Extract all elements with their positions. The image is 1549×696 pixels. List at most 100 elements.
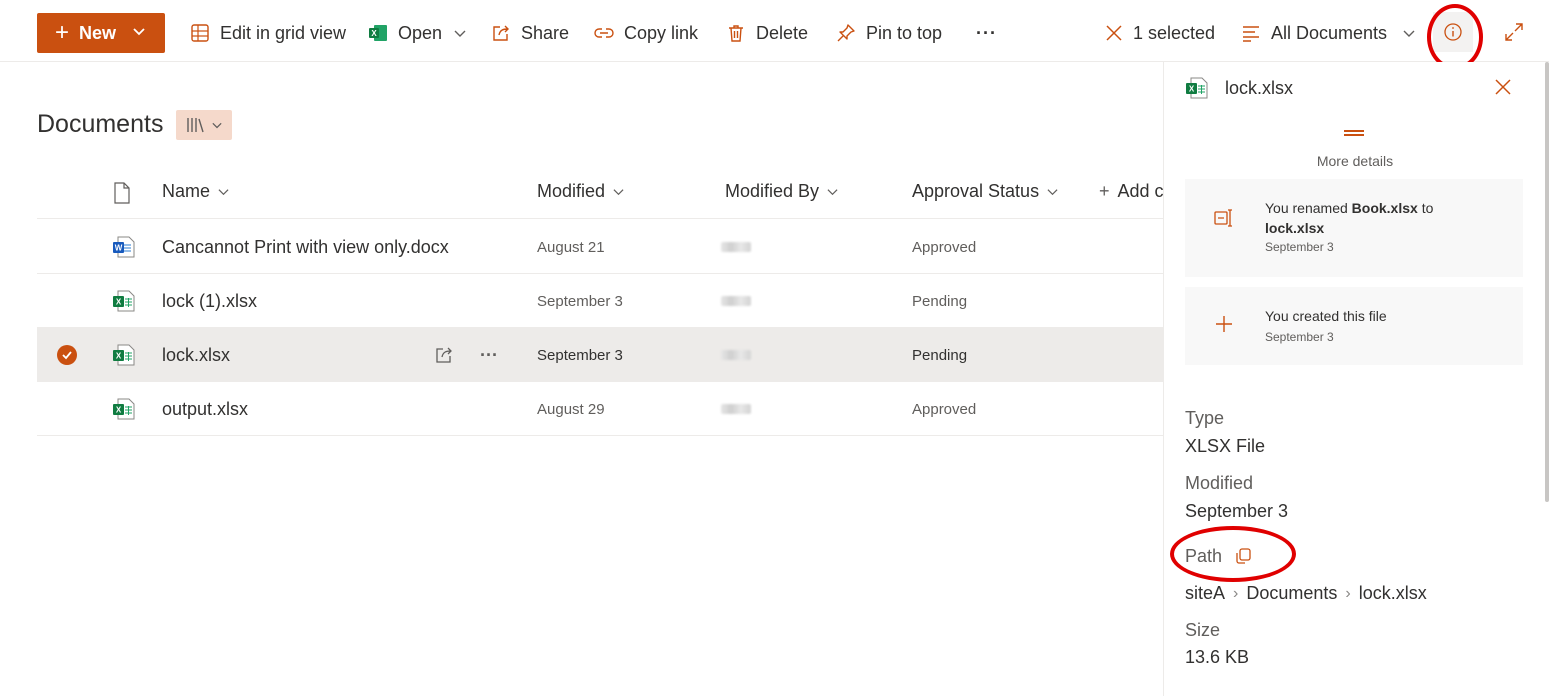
chevron-down-icon: [827, 189, 838, 196]
modified-date: September 3: [537, 346, 623, 364]
chevron-down-icon: [1047, 189, 1058, 196]
clear-selection-button[interactable]: 1 selected: [1105, 20, 1215, 46]
modified-by-column-header[interactable]: Modified By: [725, 181, 838, 202]
size-label: Size: [1185, 620, 1221, 640]
modified-value: September 3: [1185, 501, 1289, 521]
chevron-down-icon: [613, 189, 624, 196]
activity-text: You renamed Book.xlsx to lock.xlsx: [1265, 200, 1434, 236]
table-row[interactable]: X lock (1).xlsx September 3 Pending: [37, 274, 1163, 328]
excel-file-icon: X: [112, 328, 136, 382]
path-breadcrumb: siteA › Documents › lock.xlsx: [1185, 583, 1427, 604]
modified-column-label: Modified: [537, 181, 606, 201]
more-icon: ···: [976, 22, 997, 43]
table-row[interactable]: W Cancannot Print with view only.docx Au…: [37, 220, 1163, 274]
activity-text: You created this file: [1265, 308, 1387, 324]
details-pane: X lock.xlsx More details You renamed Boo…: [1163, 62, 1549, 696]
chevron-down-icon: [133, 28, 145, 36]
pin-label: Pin to top: [866, 22, 943, 43]
rename-icon: [1213, 207, 1235, 234]
row-checkbox[interactable]: [57, 328, 77, 382]
approval-status: Pending: [912, 292, 968, 310]
delete-button[interactable]: Delete: [726, 20, 808, 46]
delete-label: Delete: [756, 22, 809, 43]
modified-date: August 29: [537, 400, 605, 418]
new-button[interactable]: + New: [37, 13, 165, 53]
open-label: Open: [398, 22, 443, 43]
copy-link-button[interactable]: Copy link: [594, 20, 698, 46]
breadcrumb-separator: ›: [1345, 584, 1351, 602]
view-switcher[interactable]: All Documents: [1241, 20, 1415, 46]
modified-column-header[interactable]: Modified: [537, 181, 624, 202]
edit-grid-button[interactable]: Edit in grid view: [190, 20, 346, 46]
list-view-icon: [1243, 26, 1259, 42]
table-row[interactable]: X lock.xlsx ··· September 3 Pending: [37, 328, 1163, 382]
approval-column-label: Approval Status: [912, 181, 1040, 201]
excel-file-icon: X: [1185, 76, 1209, 105]
document-icon: [114, 182, 130, 204]
modified-by-avatar: [721, 328, 751, 382]
svg-text:W: W: [115, 244, 123, 253]
more-actions-button[interactable]: ···: [976, 20, 997, 46]
approval-column-header[interactable]: Approval Status: [912, 181, 1058, 202]
chevron-down-icon: [454, 30, 466, 37]
expand-button[interactable]: [1504, 22, 1524, 47]
command-bar: + New Edit in grid view X Open Share Cop…: [0, 0, 1549, 62]
path-segment[interactable]: siteA: [1185, 583, 1225, 604]
details-file-name: lock.xlsx: [1225, 78, 1294, 98]
copy-icon: [1236, 548, 1251, 564]
trash-icon: [729, 25, 743, 42]
info-button[interactable]: [1433, 12, 1473, 52]
file-name[interactable]: Cancannot Print with view only.docx: [162, 220, 449, 274]
svg-text:X: X: [1189, 85, 1195, 94]
activity-date: September 3: [1265, 240, 1334, 254]
modified-label: Modified: [1185, 473, 1254, 493]
name-column-header[interactable]: Name: [162, 181, 229, 202]
chevron-down-icon: [218, 189, 229, 196]
grid-icon: [191, 24, 209, 42]
new-button-label: New: [79, 22, 117, 43]
activity-card: You created this file September 3: [1185, 287, 1523, 365]
view-label: All Documents: [1271, 22, 1388, 43]
info-icon: [1444, 23, 1462, 41]
pane-scrollbar[interactable]: [1545, 62, 1549, 502]
share-icon: [493, 25, 509, 41]
path-segment[interactable]: Documents: [1246, 583, 1337, 604]
approval-status: Approved: [912, 400, 977, 418]
share-button[interactable]: Share: [491, 20, 569, 46]
file-name[interactable]: output.xlsx: [162, 382, 248, 436]
excel-icon: X: [369, 25, 387, 41]
add-column-label: Add c: [1117, 181, 1163, 201]
row-share-button[interactable]: [434, 328, 454, 382]
pin-button[interactable]: Pin to top: [836, 20, 942, 46]
drag-handle[interactable]: [1344, 130, 1364, 136]
excel-file-icon: X: [112, 382, 136, 436]
link-icon: [594, 28, 614, 38]
checkmark-icon: [57, 345, 77, 365]
svg-text:X: X: [116, 406, 122, 415]
name-column-label: Name: [162, 181, 211, 201]
file-type-column-header[interactable]: [113, 182, 131, 204]
row-more-button[interactable]: ···: [480, 328, 498, 382]
modified-by-column-label: Modified By: [725, 181, 820, 201]
add-column-button[interactable]: + Add c: [1099, 181, 1163, 202]
modified-date: August 21: [537, 238, 605, 256]
activity-card: You renamed Book.xlsx to lock.xlsx Septe…: [1185, 179, 1523, 277]
excel-file-icon: X: [112, 274, 136, 328]
open-button[interactable]: X Open: [368, 20, 466, 46]
close-pane-button[interactable]: [1494, 78, 1512, 101]
file-name[interactable]: lock.xlsx: [162, 328, 230, 382]
library-view-button[interactable]: [176, 110, 232, 140]
modified-by-avatar: [721, 220, 751, 274]
more-details-link[interactable]: More details: [1164, 153, 1546, 169]
path-segment[interactable]: lock.xlsx: [1359, 583, 1427, 604]
svg-text:X: X: [116, 298, 122, 307]
table-row[interactable]: X output.xlsx August 29 Approved: [37, 382, 1163, 436]
modified-date: September 3: [537, 292, 623, 310]
svg-text:X: X: [116, 352, 122, 361]
page-title: Documents: [37, 110, 164, 138]
copy-path-button[interactable]: [1234, 547, 1252, 570]
share-label: Share: [521, 22, 570, 43]
file-name[interactable]: lock (1).xlsx: [162, 274, 257, 328]
plus-icon: [1213, 313, 1235, 340]
plus-icon: +: [1099, 181, 1110, 201]
